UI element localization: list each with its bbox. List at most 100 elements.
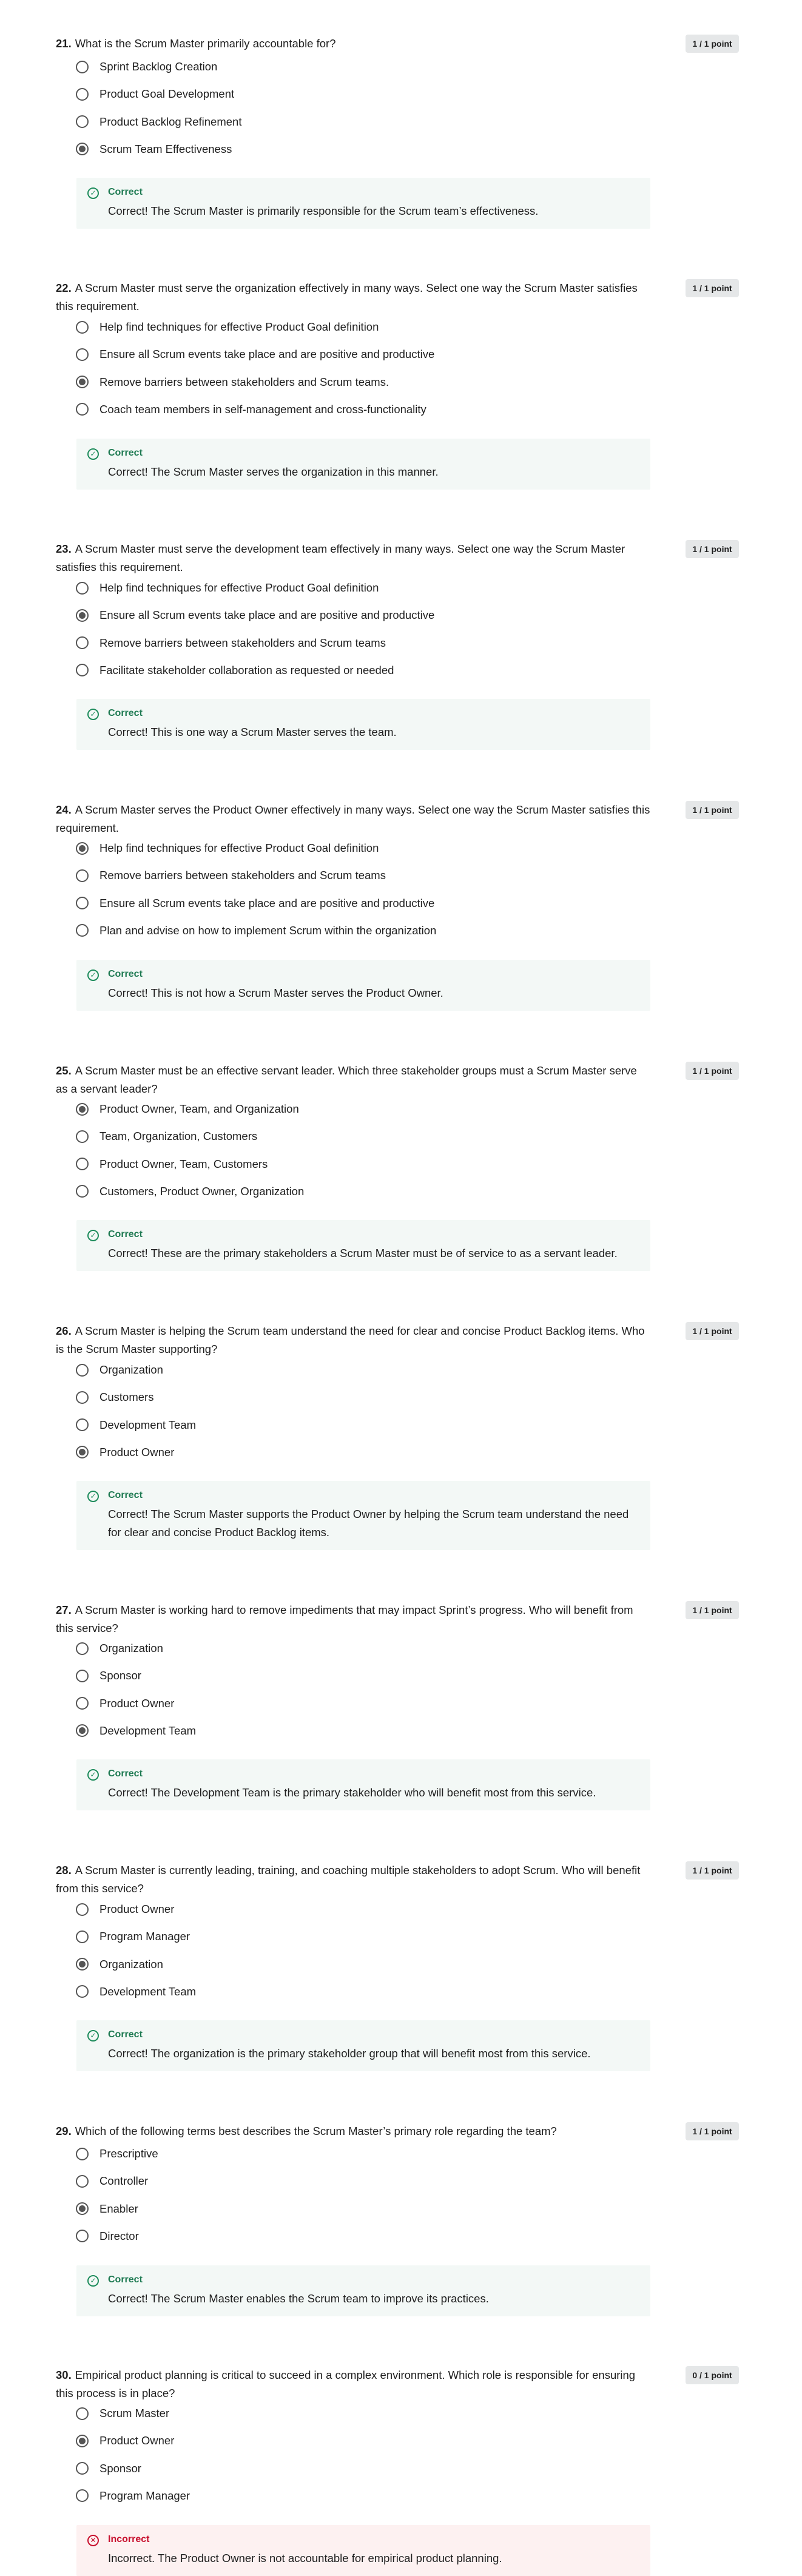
question-prompt: 28. A Scrum Master is currently leading, … [56,1861,650,1898]
answer-option[interactable]: Sponsor [76,1665,141,1686]
answer-option-label: Scrum Master [99,2407,170,2419]
answer-option[interactable]: Ensure all Scrum events take place and a… [76,344,434,365]
radio-icon[interactable] [76,2489,89,2503]
radio-icon[interactable] [76,1697,89,1710]
radio-selected-icon[interactable] [76,376,89,389]
question-prompt: 21. What is the Scrum Master primarily ac… [56,35,650,53]
radio-selected-icon[interactable] [76,143,89,156]
answer-option[interactable]: Remove barriers between stakeholders and… [76,633,386,653]
radio-icon[interactable] [76,1130,89,1143]
answer-option[interactable]: Product Backlog Refinement [76,112,241,132]
answer-option[interactable]: Product Owner [76,1899,174,1920]
answer-option[interactable]: Development Team [76,1981,196,2002]
answer-option[interactable]: Development Team [76,1721,196,1741]
answer-option[interactable]: Prescriptive [76,2143,158,2164]
question-text: Which of the following terms best descri… [75,2125,557,2137]
radio-icon[interactable] [76,1418,89,1432]
radio-icon[interactable] [76,1930,89,1943]
radio-icon[interactable] [76,636,89,650]
answer-option[interactable]: Sprint Backlog Creation [76,56,217,77]
radio-icon[interactable] [76,60,89,73]
radio-icon[interactable] [76,1985,89,1998]
answer-option[interactable]: Program Manager [76,1926,190,1947]
points-badge: 1 / 1 point [686,801,739,819]
answer-option[interactable]: Product Goal Development [76,84,234,104]
radio-icon[interactable] [76,2407,89,2420]
radio-icon[interactable] [76,2230,89,2243]
radio-icon[interactable] [76,87,89,101]
question-number: 26. [56,1324,72,1337]
answer-option[interactable]: Customers, Product Owner, Organization [76,1181,304,1202]
radio-selected-icon[interactable] [76,1958,89,1971]
answer-option[interactable]: Ensure all Scrum events take place and a… [76,605,434,625]
answer-option[interactable]: Organization [76,1638,163,1659]
radio-icon[interactable] [76,1642,89,1655]
answer-option[interactable]: Product Owner, Team, and Organization [76,1099,299,1119]
radio-icon[interactable] [76,403,89,416]
radio-selected-icon[interactable] [76,609,89,622]
answer-option[interactable]: Development Team [76,1415,196,1435]
answer-option[interactable]: Help find techniques for effective Produ… [76,838,379,858]
answer-option[interactable]: Help find techniques for effective Produ… [76,578,379,598]
radio-icon[interactable] [76,1903,89,1916]
answer-option[interactable]: Product Owner [76,2430,174,2451]
answer-option[interactable]: Plan and advise on how to implement Scru… [76,920,436,941]
radio-icon[interactable] [76,664,89,677]
radio-icon[interactable] [76,2147,89,2160]
check-circle-icon: ✓ [87,2030,99,2042]
radio-icon[interactable] [76,348,89,361]
answer-option[interactable]: Customers [76,1387,153,1408]
radio-icon[interactable] [76,924,89,937]
answer-option[interactable]: Coach team members in self-management an… [76,399,426,420]
answer-option[interactable]: Enabler [76,2199,138,2219]
answer-feedback: ✓ Correct Correct! The Scrum Master is pri… [76,178,650,229]
radio-icon[interactable] [76,581,89,595]
answer-option-label: Sponsor [99,2461,141,2475]
feedback-text: Correct! The Scrum Master is primarily r… [108,204,539,217]
radio-icon[interactable] [76,1363,89,1377]
radio-icon[interactable] [76,115,89,129]
answer-option[interactable]: Remove barriers between stakeholders and… [76,865,386,886]
radio-icon[interactable] [76,869,89,882]
radio-selected-icon[interactable] [76,2202,89,2216]
radio-selected-icon[interactable] [76,1102,89,1116]
radio-icon[interactable] [76,320,89,334]
answer-option[interactable]: Ensure all Scrum events take place and a… [76,893,434,914]
radio-selected-icon[interactable] [76,1446,89,1459]
points-badge: 1 / 1 point [686,2122,739,2140]
answer-option-label: Product Owner [99,1696,175,1710]
points-badge: 1 / 1 point [686,35,739,53]
radio-icon[interactable] [76,1158,89,1171]
answer-option[interactable]: Organization [76,1954,163,1975]
radio-icon[interactable] [76,1669,89,1682]
radio-selected-icon[interactable] [76,1724,89,1738]
question-prompt: 26. A Scrum Master is helping the Scrum t… [56,1322,650,1358]
answer-option[interactable]: Remove barriers between stakeholders and… [76,372,389,393]
radio-selected-icon[interactable] [76,2434,89,2447]
radio-icon[interactable] [76,1185,89,1198]
answer-option[interactable]: Help find techniques for effective Produ… [76,317,379,337]
answer-option[interactable]: Organization [76,1360,163,1380]
answer-option[interactable]: Sponsor [76,2458,141,2479]
answer-option[interactable]: Product Owner, Team, Customers [76,1154,268,1175]
question-prompt: 22. A Scrum Master must serve the organiz… [56,279,650,315]
answer-option[interactable]: Product Owner [76,1442,174,1463]
answer-option-label: Development Team [99,1724,197,1737]
radio-icon[interactable] [76,1391,89,1404]
check-circle-icon: ✓ [87,969,99,981]
feedback-text: Correct! The organization is the primary… [108,2047,591,2060]
answer-option-label: Prescriptive [99,2147,158,2160]
answer-option[interactable]: Facilitate stakeholder collaboration as … [76,660,394,681]
answer-option[interactable]: Scrum Team Effectiveness [76,139,232,160]
answer-option[interactable]: Scrum Master [76,2403,169,2424]
answer-option[interactable]: Director [76,2226,139,2247]
answer-option-label: Development Team [99,1984,197,1998]
answer-option[interactable]: Product Owner [76,1693,174,1714]
answer-option[interactable]: Controller [76,2171,148,2191]
radio-selected-icon[interactable] [76,841,89,855]
radio-icon[interactable] [76,897,89,910]
answer-option[interactable]: Team, Organization, Customers [76,1126,257,1147]
answer-option[interactable]: Program Manager [76,2486,190,2506]
radio-icon[interactable] [76,2462,89,2475]
radio-icon[interactable] [76,2174,89,2188]
